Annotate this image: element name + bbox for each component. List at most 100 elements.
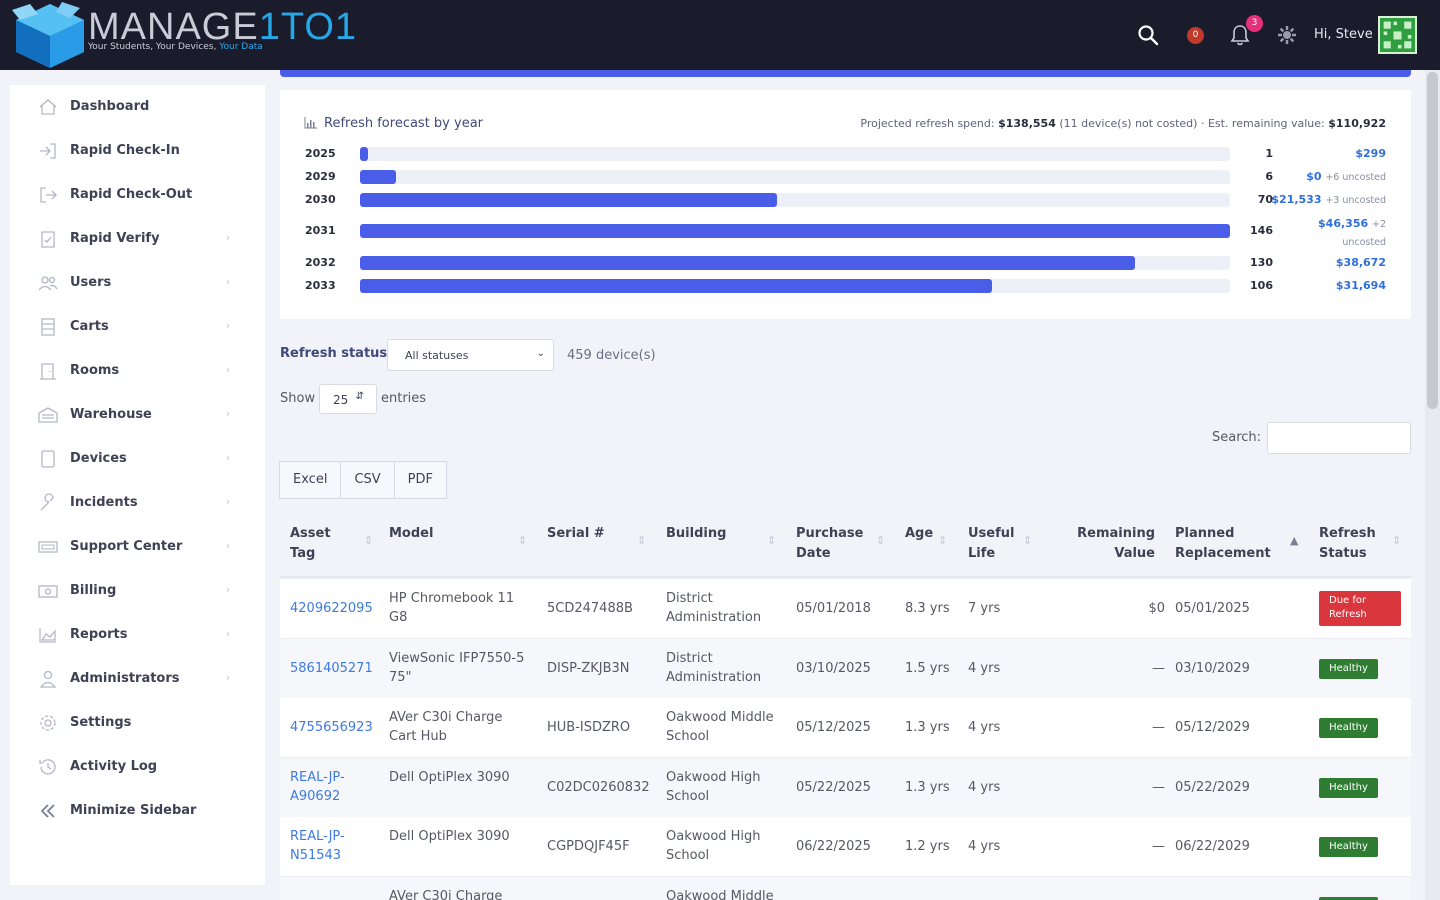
sidebar-item-rapid-check-out[interactable]: Rapid Check-Out [10,173,265,217]
cell-planned: 06/22/2029 [1175,839,1250,854]
sidebar-item-dashboard[interactable]: Dashboard [10,85,265,129]
sort-icon[interactable]: ⇕ [767,534,776,547]
sidebar-item-activity-log[interactable]: Activity Log [10,745,265,789]
page-length-value: 25 [333,393,349,407]
sidebar-item-minimize-sidebar[interactable]: Minimize Sidebar [10,789,265,833]
table-row[interactable]: 4755656923 AVer C30i Charge Cart Hub HUB-I… [280,698,1411,758]
cell-planned: 05/12/2029 [1175,720,1250,735]
sidebar-item-warehouse[interactable]: Warehouse › [10,393,265,437]
sort-ascending-icon[interactable]: ▲ [1290,534,1298,547]
export-button-group: Excel CSV PDF [279,461,447,499]
entries-label: entries [381,391,427,406]
cell-life: 4 yrs [968,780,1001,795]
sort-icon[interactable]: ⇕ [876,534,885,547]
forecast-cost: $299 [1355,147,1386,160]
sort-icon[interactable]: ⇕ [364,534,373,547]
page-length-select[interactable]: 25 ⇵ [319,384,377,414]
column-header-asset[interactable]: Asset Tag [290,524,360,564]
table-row[interactable]: REAL-JP-A90692 Dell OptiPlex 3090 C02DC026… [280,758,1411,818]
forecast-cost: $21,533 +3 uncosted [1271,193,1386,206]
sidebar-item-label: Rapid Check-Out [70,187,193,202]
forecast-count: 146 [1250,224,1273,237]
tagline-main: Your Students, Your Devices, [88,42,220,52]
cell-model: AVer C30i Charge Cart Hub [389,710,503,744]
cart-count-badge[interactable]: 0 [1187,27,1204,44]
forecast-row: 2031 146 $46,356 +2 uncosted [280,217,1411,248]
sidebar-item-rapid-check-in[interactable]: Rapid Check-In [10,129,265,173]
export-pdf-button[interactable]: PDF [393,461,447,499]
sort-icon[interactable]: ⇕ [518,534,527,547]
forecast-cost: $38,672 [1336,256,1386,269]
cell-asset[interactable]: 5861405271 [290,659,373,678]
cell-asset[interactable]: REAL-JP-A90692 [290,768,370,806]
table-search-input[interactable] [1267,422,1411,454]
refresh-status-badge: Due for Refresh [1319,591,1401,626]
table-row[interactable]: 4209622095 HP Chromebook 11 G8 5CD247488B D… [280,579,1411,639]
search-icon[interactable] [1137,24,1159,46]
sidebar-item-label: Reports [70,627,128,642]
cell-asset[interactable]: REAL-JP-N51543 [290,827,370,865]
double-chevron-left-icon [40,804,55,818]
export-excel-button[interactable]: Excel [279,461,342,499]
forecast-count: 6 [1265,170,1273,183]
history-icon [39,759,56,775]
forecast-cost-value: $299 [1355,147,1386,160]
cell-asset[interactable]: 4209622095 [290,599,373,618]
sort-icon[interactable]: ⇕ [637,534,646,547]
refresh-status-select[interactable]: All statuses ⌄ [387,339,554,371]
sidebar-item-reports[interactable]: Reports › [10,613,265,657]
sidebar-item-billing[interactable]: Billing › [10,569,265,613]
scrollbar-thumb[interactable] [1427,72,1438,409]
sidebar-item-rapid-verify[interactable]: Rapid Verify › [10,217,265,261]
forecast-uncosted: +6 uncosted [1325,172,1386,183]
sort-icon[interactable]: ⇕ [938,534,947,547]
sidebar-item-rooms[interactable]: Rooms › [10,349,265,393]
sidebar-item-users[interactable]: Users › [10,261,265,305]
column-header-building[interactable]: Building [666,524,776,544]
forecast-bar-fill [360,256,1135,270]
sort-icon[interactable]: ⇕ [1392,534,1401,547]
export-csv-button[interactable]: CSV [340,461,395,499]
forecast-bar-track [360,170,1230,184]
sidebar-item-label: Billing [70,583,117,598]
forecast-row: 2029 6 $0 +6 uncosted [280,170,1411,190]
user-greeting[interactable]: Hi, Steve [1314,27,1373,42]
cube-logo-icon[interactable] [10,2,90,68]
column-header-status[interactable]: Refresh Status [1319,524,1389,564]
sidebar-item-carts[interactable]: Carts › [10,305,265,349]
cell-remaining: $0 [1148,601,1165,616]
forecast-row: 2032 130 $38,672 [280,256,1411,276]
column-header-remaining[interactable]: Remaining Value [1050,524,1155,564]
cell-life: 4 yrs [968,661,1001,676]
table-row[interactable]: 5861405271 ViewSonic IFP7550-5 75" DISP-ZK… [280,639,1411,699]
cell-asset[interactable]: 4755656923 [290,718,373,737]
cell-age: 8.3 yrs [905,601,950,616]
search-label: Search: [1212,430,1262,445]
theme-gear-icon[interactable] [1277,25,1297,45]
cell-purchase: 03/10/2025 [796,661,871,676]
chevron-right-icon: › [226,583,231,596]
sidebar-item-administrators[interactable]: Administrators › [10,657,265,701]
sidebar-item-label: Carts [70,319,109,334]
column-header-age[interactable]: Age [905,524,960,544]
summary-prefix: Projected refresh spend: [860,117,999,130]
users-icon [38,276,58,291]
table-row[interactable]: REAL-JP-N51543 Dell OptiPlex 3090 CGPDQJF4… [280,817,1411,877]
column-header-planned[interactable]: Planned Replacement [1175,524,1275,564]
sidebar-item-label: Incidents [70,495,138,510]
column-header-model[interactable]: Model [389,524,539,544]
sign-out-icon [40,187,57,203]
sidebar-item-devices[interactable]: Devices › [10,437,265,481]
column-header-life[interactable]: Useful Life [968,524,1028,564]
sidebar-item-incidents[interactable]: Incidents › [10,481,265,525]
forecast-cost: $46,356 +2 uncosted [1306,215,1386,251]
sidebar-item-settings[interactable]: Settings [10,701,265,745]
table-row[interactable]: AVer C30i ChargeOakwood MiddleHealthy [280,877,1411,900]
home-icon [39,99,57,115]
sidebar-item-label: Warehouse [70,407,152,422]
user-avatar[interactable] [1378,16,1417,54]
forecast-bar-track [360,193,1230,207]
sort-icon[interactable]: ⇕ [1023,534,1032,547]
notification-count-badge[interactable]: 3 [1246,15,1263,32]
sidebar-item-support-center[interactable]: Support Center › [10,525,265,569]
